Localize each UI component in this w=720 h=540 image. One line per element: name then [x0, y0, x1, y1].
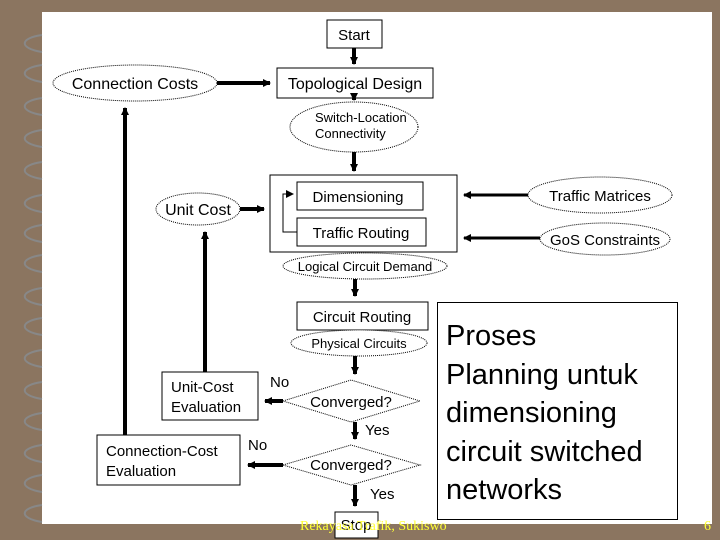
note-line: Proses — [446, 320, 537, 352]
no-label-2: No — [248, 437, 267, 454]
connectivity-label: Connectivity — [315, 126, 386, 141]
note-line: networks — [446, 474, 563, 506]
note-line: Planning untuk — [446, 358, 638, 391]
description-box: Proses Planning untuk dimensioning circu… — [437, 302, 678, 520]
connection-costs-label: Connection Costs — [72, 76, 198, 93]
unit-cost-eval-label-1: Unit-Cost — [171, 379, 234, 396]
yes-label-2: Yes — [370, 486, 394, 503]
logical-circuit-demand-label: Logical Circuit Demand — [298, 259, 432, 274]
traffic-matrices-label: Traffic Matrices — [549, 188, 651, 205]
topological-design-label: Topological Design — [288, 76, 422, 93]
traffic-routing-label: Traffic Routing — [313, 225, 410, 242]
yes-label-1: Yes — [365, 422, 389, 439]
switch-location-label: Switch-Location — [315, 110, 407, 125]
page-number: 6 — [704, 519, 711, 534]
circuit-routing-label: Circuit Routing — [313, 309, 411, 326]
unit-cost-label: Unit Cost — [165, 202, 231, 219]
footer-text: Rekayasa Trafik, Sukiswo — [300, 519, 447, 534]
note-line: dimensioning — [446, 397, 617, 429]
start-label: Start — [338, 27, 371, 44]
unit-cost-eval-label-2: Evaluation — [171, 399, 241, 416]
gos-constraints-label: GoS Constraints — [550, 232, 660, 249]
connection-cost-eval-label-2: Evaluation — [106, 463, 176, 480]
converged-label-1: Converged? — [310, 394, 392, 411]
spiral-binding — [23, 34, 43, 523]
physical-circuits-label: Physical Circuits — [311, 336, 407, 351]
note-line: circuit switched — [446, 435, 643, 468]
dimensioning-label: Dimensioning — [313, 189, 404, 206]
connection-cost-eval-label-1: Connection-Cost — [106, 443, 219, 460]
no-label-1: No — [270, 374, 289, 391]
converged-label-2: Converged? — [310, 457, 392, 474]
